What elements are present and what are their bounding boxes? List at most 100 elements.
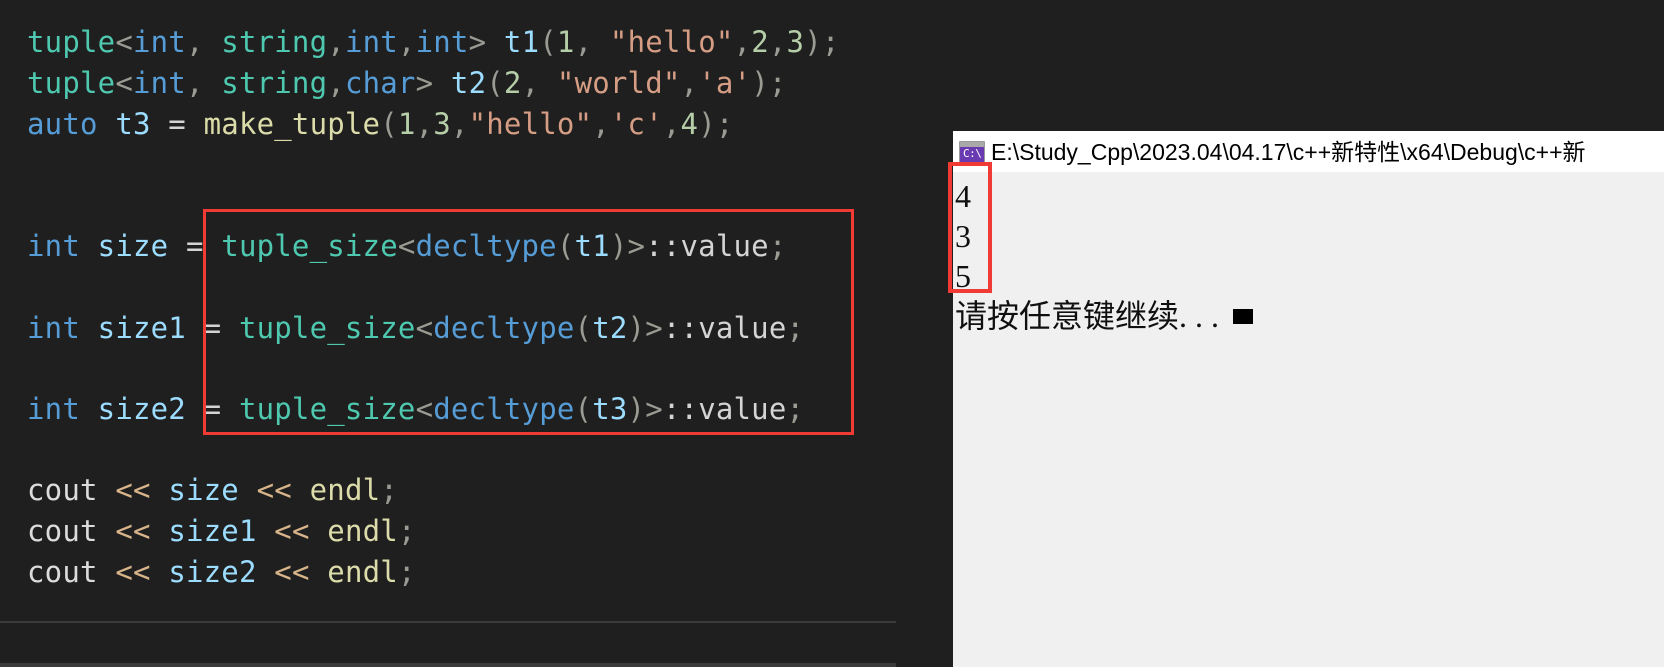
- code-token: size: [168, 473, 239, 507]
- code-token: int: [132, 66, 186, 100]
- code-token: 4: [680, 107, 699, 141]
- code-token: <: [397, 229, 416, 263]
- code-token: ,: [521, 66, 557, 100]
- console-prompt-line: 请按任意键继续. . .: [953, 296, 1664, 336]
- console-title-text: E:\Study_Cpp\2023.04\04.17\c++新特性\x64\De…: [991, 138, 1586, 165]
- code-token: (: [539, 25, 557, 59]
- code-token: =: [185, 311, 239, 345]
- code-token: "hello": [609, 25, 734, 59]
- code-token: tuple: [27, 25, 116, 59]
- code-token: cout: [27, 514, 98, 548]
- code-token: <<: [115, 473, 151, 507]
- code-token: auto: [27, 107, 98, 141]
- code-token: endl: [309, 473, 381, 507]
- code-token: =: [185, 392, 239, 426]
- code-token: tuple_size: [221, 229, 398, 263]
- code-token: 2: [751, 25, 769, 59]
- code-token: tuple: [27, 66, 116, 100]
- code-token: ,: [592, 107, 610, 141]
- code-line: tuple<int, string,char> t2(2, "world",'a…: [27, 63, 787, 104]
- code-token: tuple_size: [238, 311, 416, 345]
- code-token: );: [804, 25, 840, 59]
- editor-bottom-edge: [0, 663, 896, 667]
- code-token: );: [751, 66, 787, 100]
- code-token: >: [645, 392, 663, 426]
- code-token: <: [415, 392, 434, 426]
- code-token: size: [97, 229, 169, 263]
- code-token: >: [627, 229, 646, 263]
- code-token: value: [698, 392, 787, 426]
- code-token: int: [27, 229, 80, 263]
- code-token: =: [150, 107, 204, 141]
- code-token: size2: [97, 392, 186, 426]
- code-token: >: [468, 25, 504, 59]
- code-token: ,: [185, 25, 222, 59]
- code-line: int size2 = tuple_size<decltype(t3)>::va…: [27, 389, 804, 430]
- code-token: size1: [168, 514, 257, 548]
- code-token: ;: [397, 514, 416, 548]
- code-token: int: [132, 25, 186, 59]
- code-token: ::: [662, 392, 699, 426]
- code-token: 'c': [609, 107, 663, 141]
- code-token: char: [344, 66, 416, 100]
- code-text-area[interactable]: tuple<int, string,int,int> t1(1, "hello"…: [0, 0, 896, 600]
- code-token: 'a': [698, 66, 752, 100]
- code-token: ,: [327, 66, 345, 100]
- code-token: int: [344, 25, 398, 59]
- code-token: ,: [574, 25, 610, 59]
- console-output-area[interactable]: 4 3 5 请按任意键继续. . .: [953, 172, 1664, 667]
- code-token: cout: [27, 473, 98, 507]
- code-token: =: [168, 229, 222, 263]
- code-token: <<: [256, 473, 292, 507]
- code-token: int: [415, 25, 469, 59]
- code-token: int: [27, 392, 80, 426]
- code-token: (: [486, 66, 504, 100]
- console-prompt-text: 请按任意键继续. . .: [955, 298, 1220, 334]
- code-token: "world": [556, 66, 681, 100]
- code-token: >: [415, 66, 451, 100]
- code-token: make_tuple: [203, 107, 381, 141]
- code-token: ::: [645, 229, 681, 263]
- console-output-line: 4: [955, 178, 971, 214]
- code-token: endl: [327, 514, 398, 548]
- code-token: ,: [680, 66, 699, 100]
- code-line: cout << size2 << endl;: [27, 552, 416, 593]
- code-token: decltype: [433, 392, 575, 426]
- code-line: tuple<int, string,int,int> t1(1, "hello"…: [27, 22, 840, 63]
- code-token: ): [609, 229, 628, 263]
- code-token: <<: [115, 555, 151, 589]
- code-token: tuple_size: [238, 392, 416, 426]
- code-token: ,: [450, 107, 469, 141]
- code-token: <: [415, 311, 434, 345]
- code-token: size2: [168, 555, 257, 589]
- console-titlebar[interactable]: C:\ E:\Study_Cpp\2023.04\04.17\c++新特性\x6…: [953, 131, 1664, 172]
- code-token: decltype: [415, 229, 557, 263]
- code-token: (: [574, 311, 593, 345]
- console-window[interactable]: C:\ E:\Study_Cpp\2023.04\04.17\c++新特性\x6…: [953, 131, 1664, 667]
- code-token: value: [698, 311, 787, 345]
- code-token: cout: [27, 555, 98, 589]
- code-token: <: [115, 66, 133, 100]
- code-token: (: [380, 107, 398, 141]
- code-token: ,: [662, 107, 681, 141]
- code-token: <: [115, 25, 133, 59]
- code-line: int size = tuple_size<decltype(t1)>::val…: [27, 226, 787, 267]
- code-token: 1: [556, 25, 575, 59]
- code-editor-pane[interactable]: tuple<int, string,int,int> t1(1, "hello"…: [0, 0, 896, 667]
- code-token: ;: [397, 555, 416, 589]
- code-token: ): [627, 392, 646, 426]
- code-token: <<: [274, 555, 310, 589]
- console-output-line: 3: [955, 218, 971, 254]
- code-token: (: [574, 392, 593, 426]
- console-app-icon: C:\: [959, 140, 985, 163]
